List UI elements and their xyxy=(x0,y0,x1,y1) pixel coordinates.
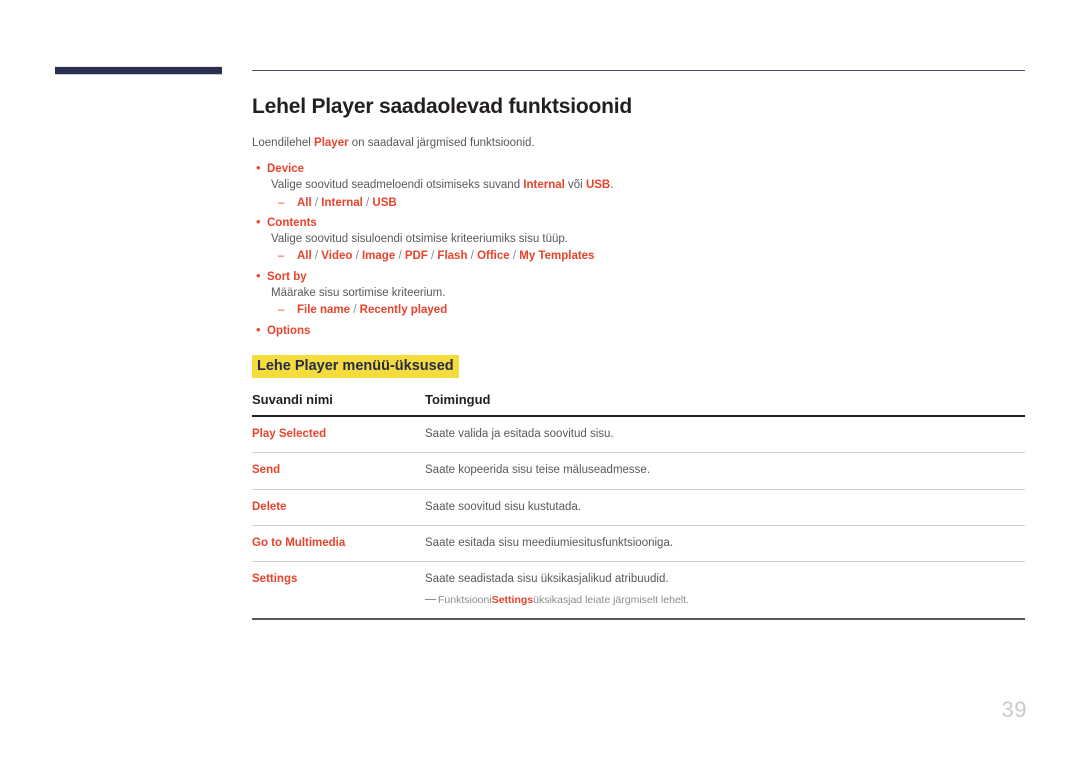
table-row: Settings Saate seadistada sisu üksikasja… xyxy=(252,561,1025,621)
dash-icon: – xyxy=(278,250,285,263)
option-action-settings: Saate seadistada sisu üksikasjalikud atr… xyxy=(425,561,1025,621)
bullet-dot-icon: • xyxy=(256,267,261,283)
feature-bullet-list: • Device Valige soovitud seadmeloendi ot… xyxy=(252,161,1025,336)
bullet-options: • Options xyxy=(252,323,1025,337)
option-action-delete: Saate soovitud sisu kustutada. xyxy=(425,489,1025,526)
intro-text-after: on saadaval järgmised funktsioonid. xyxy=(348,137,535,149)
menu-items-table: Suvandi nimi Toimingud Play Selected Saa… xyxy=(252,392,1025,621)
option-name-delete: Delete xyxy=(252,489,425,526)
bullet-description: Valige soovitud sisuloendi otsimise krit… xyxy=(271,233,569,245)
page-number: 39 xyxy=(1001,697,1027,722)
table-row: Delete Saate soovitud sisu kustutada. xyxy=(252,489,1025,526)
bullet-sort-by: • Sort by xyxy=(252,269,1025,283)
bullet-label: Options xyxy=(267,324,311,337)
list-item: • Sort by Määrake sisu sortimise kriteer… xyxy=(252,269,1025,317)
option-name-send: Send xyxy=(252,452,425,490)
option-action-send: Saate kopeerida sisu teise mäluseadmesse… xyxy=(425,452,1025,490)
column-header-option-name: Suvandi nimi xyxy=(252,392,425,418)
desc-text-mid: või xyxy=(564,179,586,192)
option-action-text: Saate seadistada sisu üksikasjalikud atr… xyxy=(425,573,669,586)
highlighted-subheading: Lehe Player menüü-üksused xyxy=(252,354,459,379)
bullet-label: Device xyxy=(267,163,305,176)
desc-highlight-internal: Internal xyxy=(523,179,565,192)
bullet-label: Sort by xyxy=(267,270,307,283)
suboption-row-sort-by: – File name / Recently played xyxy=(278,304,1025,317)
table-row: Play Selected Saate valida ja esitada so… xyxy=(252,416,1025,454)
bullet-description: Valige soovitud seadmeloendi otsimiseks … xyxy=(271,177,1025,194)
desc-text-after: . xyxy=(610,179,614,192)
bullet-dot-icon: • xyxy=(256,214,261,229)
suboption-row-device: – All / Internal / USB xyxy=(278,197,1025,210)
header-rule xyxy=(252,70,1025,71)
suboption-row-contents: – All / Video / Image / PDF / Flash / Of… xyxy=(278,250,1025,263)
bullet-dot-icon: • xyxy=(256,321,261,337)
list-item: • Options xyxy=(252,323,1025,337)
page-title: Lehel Player saadaolevad funktsioonid xyxy=(252,95,633,118)
desc-highlight-usb: USB xyxy=(585,179,611,192)
bullet-contents: • Contents xyxy=(252,215,1025,229)
column-header-actions: Toimingud xyxy=(425,392,1025,418)
bullet-dot-icon: • xyxy=(256,160,261,176)
option-name-go-to-multimedia: Go to Multimedia xyxy=(252,525,425,563)
option-name-play-selected: Play Selected xyxy=(252,416,425,454)
intro-paragraph: Loendilehel Player on saadaval järgmised… xyxy=(252,135,1025,152)
intro-highlight-player: Player xyxy=(314,137,349,149)
option-action-play-selected: Saate valida ja esitada soovitud sisu. xyxy=(425,416,1025,454)
suboption-values: All / Video / Image / PDF / Flash / Offi… xyxy=(297,250,595,263)
list-item: • Contents Valige soovitud sisuloendi ot… xyxy=(252,215,1025,263)
bullet-device: • Device xyxy=(252,161,1025,175)
note-text-before: Funktsiooni xyxy=(438,594,492,607)
bullet-label: Contents xyxy=(267,217,317,229)
subheading-wrapper: Lehe Player menüü-üksused xyxy=(252,354,1025,379)
note-dash-icon xyxy=(425,599,436,601)
header-accent-bar xyxy=(55,66,222,75)
dash-icon: – xyxy=(278,196,285,209)
note-highlight-settings: Settings xyxy=(491,594,534,607)
page-content: Lehel Player saadaolevad funktsioonid Lo… xyxy=(252,95,1025,621)
table-row: Go to Multimedia Saate esitada sisu meed… xyxy=(252,525,1025,563)
dash-icon: – xyxy=(278,304,285,316)
intro-text-before: Loendilehel xyxy=(252,137,315,149)
table-row: Send Saate kopeerida sisu teise mälusead… xyxy=(252,452,1025,490)
note-text-after: üksikasjad leiate järgmiselt lehelt. xyxy=(533,594,689,607)
suboption-values: File name / Recently played xyxy=(297,304,448,316)
option-action-go-to-multimedia: Saate esitada sisu meediumiesitusfunktsi… xyxy=(425,525,1025,563)
desc-text-before: Valige soovitud seadmeloendi otsimiseks … xyxy=(271,179,524,192)
list-item: • Device Valige soovitud seadmeloendi ot… xyxy=(252,161,1025,209)
table-header-row: Suvandi nimi Toimingud xyxy=(252,392,1025,418)
option-name-settings: Settings xyxy=(252,561,425,621)
suboption-values: All / Internal / USB xyxy=(297,196,397,209)
bullet-description: Määrake sisu sortimise kriteerium. xyxy=(271,286,446,299)
settings-note: Funktsiooni Settings üksikasjad leiate j… xyxy=(425,593,1025,609)
